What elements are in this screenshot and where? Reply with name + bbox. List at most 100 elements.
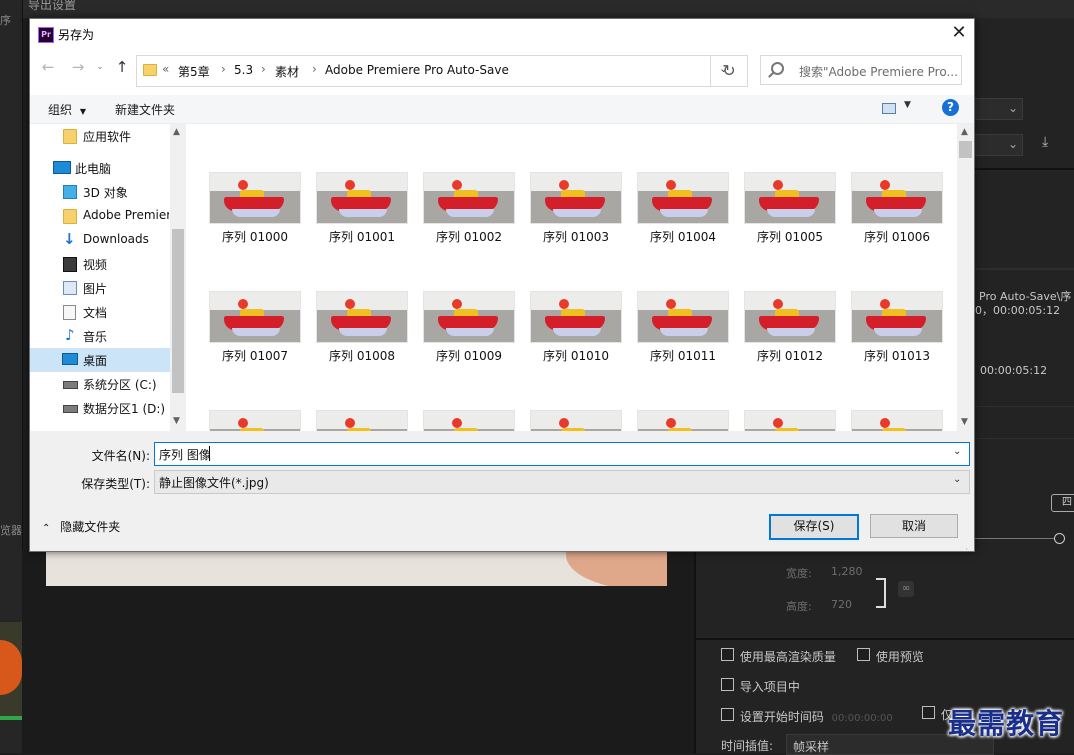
- breadcrumb-item[interactable]: 5.3: [234, 63, 253, 77]
- thumbnail-background: [317, 411, 407, 429]
- file-item[interactable]: [637, 410, 729, 431]
- 3d-objects-icon: [63, 185, 77, 199]
- background-partial-button[interactable]: 四: [1051, 494, 1074, 512]
- checkbox-box[interactable]: [721, 708, 734, 721]
- refresh-icon[interactable]: ↻: [710, 55, 748, 87]
- sidebar-item-drive-c[interactable]: 系统分区 (C:): [30, 372, 170, 396]
- file-item[interactable]: 序列 01007: [209, 291, 301, 391]
- background-dropdown[interactable]: ⌄: [971, 134, 1023, 156]
- breadcrumb-item[interactable]: Adobe Premiere Pro Auto-Save: [325, 63, 509, 77]
- thumbnail-background: [317, 173, 407, 191]
- checkbox-set-start-timecode[interactable]: 设置开始时间码 00:00:00:00: [721, 708, 893, 725]
- sidebar-item-label: 视频: [83, 258, 108, 272]
- checkbox-box[interactable]: [721, 678, 734, 691]
- scroll-down-icon[interactable]: ▼: [961, 417, 968, 427]
- preview-hand: [566, 550, 667, 586]
- sidebar-item-3d-objects[interactable]: 3D 对象: [30, 180, 170, 204]
- file-item[interactable]: 序列 01012: [744, 291, 836, 391]
- chevron-down-icon[interactable]: ⌄: [953, 474, 961, 485]
- thumbnail-background: [531, 411, 621, 429]
- new-folder-button[interactable]: 新建文件夹: [115, 101, 175, 118]
- file-item[interactable]: 序列 01009: [423, 291, 515, 391]
- save-button[interactable]: 保存(S): [769, 514, 859, 540]
- hide-folders-toggle[interactable]: ⌃ 隐藏文件夹: [42, 518, 120, 535]
- file-item[interactable]: 序列 01000: [209, 172, 301, 272]
- change-view-icon[interactable]: [882, 103, 896, 114]
- organize-menu[interactable]: 组织 ▼: [48, 101, 86, 118]
- background-left-label: 序: [0, 14, 11, 27]
- file-thumbnail: [851, 291, 943, 343]
- sidebar-item-desktop[interactable]: 桌面: [30, 348, 170, 372]
- file-name: 序列 01005: [757, 230, 823, 244]
- sidebar-item-downloads[interactable]: ↓ Downloads: [30, 228, 170, 252]
- file-item[interactable]: 序列 01013: [851, 291, 943, 391]
- chevron-up-icon: ⌃: [42, 523, 51, 534]
- sidebar-scrollbar-thumb[interactable]: [172, 229, 184, 393]
- address-bar[interactable]: « 第5章 › 5.3 › 素材 › Adobe Premiere Pro Au…: [136, 55, 748, 87]
- file-item[interactable]: [744, 410, 836, 431]
- file-item[interactable]: 序列 01010: [530, 291, 622, 391]
- toy-boat-heart: [666, 299, 676, 309]
- file-item[interactable]: 序列 01006: [851, 172, 943, 272]
- download-icon[interactable]: ⤓: [1042, 134, 1048, 150]
- checkbox-box[interactable]: [922, 706, 935, 719]
- dropdown-arrow-icon: ▼: [79, 107, 86, 116]
- sidebar-item-documents[interactable]: 文档: [30, 300, 170, 324]
- file-item[interactable]: 序列 01004: [637, 172, 729, 272]
- breadcrumb-separator[interactable]: ›: [261, 62, 266, 76]
- file-item[interactable]: 序列 01008: [316, 291, 408, 391]
- file-item[interactable]: [851, 410, 943, 431]
- up-arrow-icon[interactable]: ↑: [112, 57, 132, 77]
- forward-arrow-icon[interactable]: →: [68, 57, 88, 77]
- filename-input[interactable]: 序列 图像 ⌄: [154, 442, 970, 466]
- breadcrumb-separator[interactable]: ›: [221, 62, 226, 76]
- sidebar-item-apps[interactable]: 应用软件: [30, 124, 170, 148]
- breadcrumb-overflow[interactable]: «: [162, 62, 169, 76]
- file-item[interactable]: 序列 01002: [423, 172, 515, 272]
- file-item[interactable]: [316, 410, 408, 431]
- chevron-down-icon[interactable]: ⌄: [953, 446, 961, 457]
- file-item[interactable]: 序列 01003: [530, 172, 622, 272]
- thumbnail-background: [424, 292, 514, 310]
- scroll-up-icon[interactable]: ▲: [961, 127, 968, 137]
- cancel-button[interactable]: 取消: [870, 514, 958, 538]
- search-box[interactable]: 搜索"Adobe Premiere Pro...: [760, 55, 962, 85]
- breadcrumb-separator[interactable]: ›: [312, 62, 317, 76]
- background-dropdown[interactable]: ⌄: [971, 98, 1023, 120]
- file-thumbnail: [744, 291, 836, 343]
- background-slider-handle[interactable]: [1054, 533, 1065, 544]
- filetype-select[interactable]: 静止图像文件(*.jpg) ⌄: [154, 470, 970, 494]
- file-item[interactable]: [209, 410, 301, 431]
- sidebar-item-adobe-premiere[interactable]: Adobe Premier: [30, 204, 170, 228]
- view-dropdown-icon[interactable]: ▼: [904, 100, 911, 110]
- checkbox-box[interactable]: [857, 648, 870, 661]
- sidebar-item-pictures[interactable]: 图片: [30, 276, 170, 300]
- file-item[interactable]: 序列 01005: [744, 172, 836, 272]
- sidebar-item-videos[interactable]: 视频: [30, 252, 170, 276]
- checkbox-import-into-project[interactable]: 导入项目中: [721, 678, 800, 695]
- checkbox-max-render-quality[interactable]: 使用最高渲染质量: [721, 648, 836, 665]
- help-icon[interactable]: ?: [942, 99, 959, 116]
- checkbox-use-previews[interactable]: 使用预览: [857, 648, 924, 665]
- recent-locations-dropdown-icon[interactable]: ⌄: [90, 57, 110, 77]
- breadcrumb-item[interactable]: 素材: [275, 63, 299, 80]
- scroll-up-icon[interactable]: ▲: [173, 127, 180, 137]
- sidebar-item-drive-d[interactable]: 数据分区1 (D:): [30, 396, 170, 420]
- file-item[interactable]: 序列 01011: [637, 291, 729, 391]
- file-name: 序列 01002: [436, 230, 502, 244]
- content-scrollbar[interactable]: [957, 124, 974, 431]
- content-scrollbar-thumb[interactable]: [959, 141, 972, 158]
- sidebar-item-this-pc[interactable]: 此电脑: [30, 156, 170, 180]
- breadcrumb-item[interactable]: 第5章: [178, 63, 210, 80]
- close-icon[interactable]: ✕: [948, 22, 970, 44]
- toy-boat-heart: [880, 180, 890, 190]
- checkbox-box[interactable]: [721, 648, 734, 661]
- chain-link-icon[interactable]: ∞: [898, 581, 914, 597]
- file-item[interactable]: [530, 410, 622, 431]
- sidebar-item-music[interactable]: ♪ 音乐: [30, 324, 170, 348]
- file-item[interactable]: 序列 01001: [316, 172, 408, 272]
- back-arrow-icon[interactable]: ←: [38, 57, 58, 77]
- scroll-down-icon[interactable]: ▼: [173, 416, 180, 426]
- resize-grip-icon[interactable]: ⋰: [960, 547, 968, 551]
- file-item[interactable]: [423, 410, 515, 431]
